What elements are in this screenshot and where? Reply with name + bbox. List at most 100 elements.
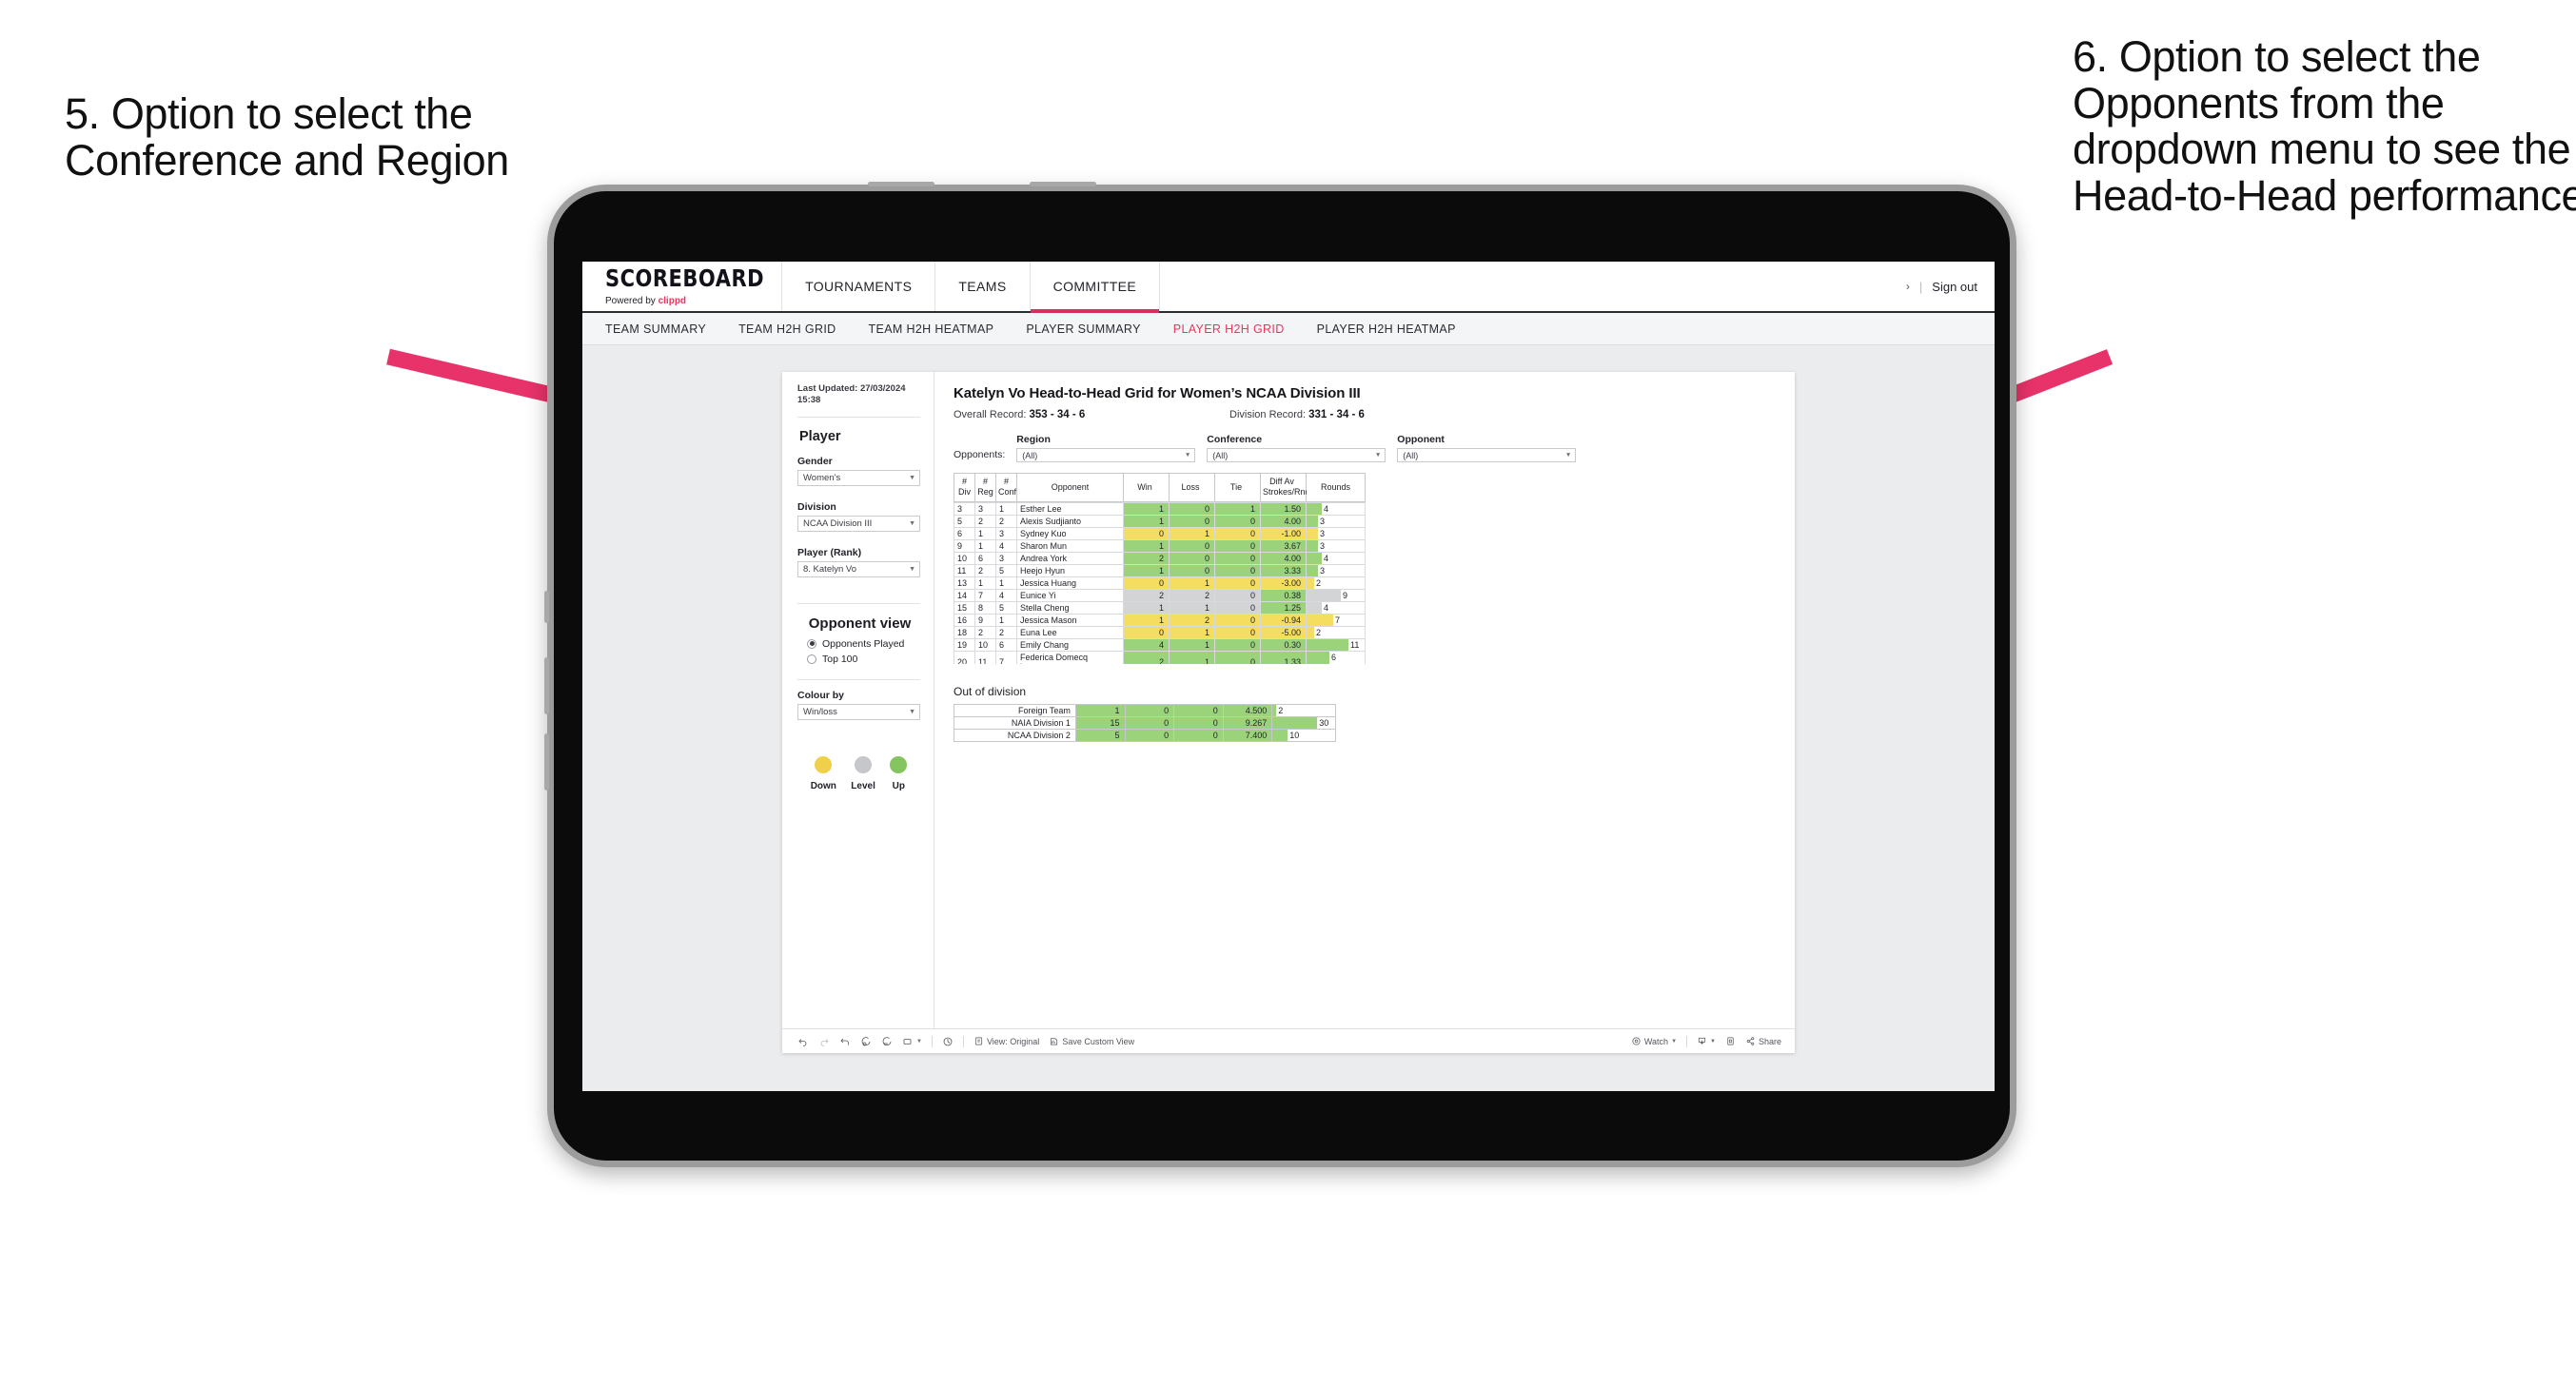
h2h-grid-scroll-region[interactable]: 3 3 1 Esther Lee 1 0 1 1.50 4 5 2 2 Alexis Sudjianto… bbox=[954, 501, 1778, 664]
brand-logo[interactable]: SCOREBOARD Powered by clippd bbox=[582, 262, 783, 311]
cell-win: 5 bbox=[1074, 728, 1126, 742]
powered-by: Powered by clippd bbox=[605, 296, 764, 306]
cell-div: 15 bbox=[954, 600, 975, 615]
col-header-reg[interactable]: # Reg bbox=[974, 473, 996, 502]
h2h-grid-row[interactable]: 9 1 4 Sharon Mun 1 0 0 3.67 3 bbox=[954, 538, 1366, 553]
col-header-tie[interactable]: Tie bbox=[1214, 473, 1261, 502]
chevron-right-icon[interactable]: › bbox=[1906, 280, 1910, 293]
opponent-filter-value: (All) bbox=[1403, 450, 1419, 460]
watch-button[interactable]: Watch ▼ bbox=[1631, 1036, 1677, 1046]
cell-opponent: Alexis Sudjianto bbox=[1016, 514, 1124, 528]
presentation-mode-icon[interactable] bbox=[942, 1036, 954, 1047]
col-header-diff[interactable]: Diff Av Strokes/Rnd bbox=[1260, 473, 1310, 502]
cell-win: 1 bbox=[1123, 563, 1170, 577]
col-header-rounds[interactable]: Rounds bbox=[1306, 473, 1366, 502]
cell-diff: 9.267 bbox=[1222, 715, 1273, 730]
col-header-diff-l1: Diff Av bbox=[1269, 477, 1294, 486]
cell-loss: 1 bbox=[1169, 625, 1215, 639]
cell-rounds: 2 bbox=[1306, 576, 1366, 590]
h2h-grid-row[interactable]: 6 1 3 Sydney Kuo 0 1 0 -1.00 3 bbox=[954, 526, 1366, 540]
fullscreen-icon[interactable] bbox=[1725, 1036, 1736, 1046]
topnav-item-tournaments[interactable]: TOURNAMENTS bbox=[782, 262, 936, 311]
h2h-grid-row[interactable]: 16 9 1 Jessica Mason 1 2 0 -0.94 7 bbox=[954, 613, 1366, 627]
out-of-division-row[interactable]: NAIA Division 1 15 0 0 9.267 30 bbox=[954, 715, 1336, 730]
h2h-grid-row[interactable]: 14 7 4 Eunice Yi 2 2 0 0.38 9 bbox=[954, 588, 1366, 602]
legend-item-down: Down bbox=[811, 755, 836, 791]
subnav-item-player-h2h-heatmap[interactable]: PLAYER H2H HEATMAP bbox=[1317, 322, 1456, 336]
out-of-division-row[interactable]: Foreign Team 1 0 0 4.500 2 bbox=[954, 703, 1336, 717]
h2h-grid-row[interactable]: 10 6 3 Andrea York 2 0 0 4.00 4 bbox=[954, 551, 1366, 565]
region-filter-select[interactable]: (All) ▼ bbox=[1016, 448, 1196, 462]
device-layout-icon[interactable]: ▼ bbox=[902, 1036, 922, 1047]
rounds-value: 11 bbox=[1350, 639, 1360, 650]
cell-diff: 0.30 bbox=[1260, 637, 1307, 652]
subnav-item-player-summary[interactable]: PLAYER SUMMARY bbox=[1026, 322, 1140, 336]
cell-diff: -0.94 bbox=[1260, 613, 1307, 627]
topnav-item-committee[interactable]: COMMITTEE bbox=[1030, 262, 1161, 313]
col-header-opponent[interactable]: Opponent bbox=[1016, 473, 1124, 502]
revert-icon[interactable] bbox=[839, 1036, 851, 1047]
h2h-grid-row[interactable]: 3 3 1 Esther Lee 1 0 1 1.50 4 bbox=[954, 501, 1366, 516]
undo-icon[interactable] bbox=[797, 1036, 809, 1047]
chevron-down-icon: ▼ bbox=[909, 708, 915, 715]
h2h-grid-row[interactable]: 18 2 2 Euna Lee 0 1 0 -5.00 2 bbox=[954, 625, 1366, 639]
h2h-grid-row[interactable]: 19 10 6 Emily Chang 4 1 0 0.30 11 bbox=[954, 637, 1366, 652]
cell-tie: 0 bbox=[1214, 637, 1261, 652]
rounds-bar bbox=[1272, 704, 1277, 716]
cell-loss: 0 bbox=[1169, 551, 1215, 565]
h2h-grid-row[interactable]: 11 2 5 Heejo Hyun 1 0 0 3.33 3 bbox=[954, 563, 1366, 577]
cell-loss: 0 bbox=[1169, 538, 1215, 553]
conference-filter: Conference (All) ▼ bbox=[1207, 434, 1386, 462]
radio-opponents-played[interactable]: Opponents Played bbox=[807, 638, 920, 650]
radio-top-100[interactable]: Top 100 bbox=[807, 654, 920, 665]
division-label: Division bbox=[797, 500, 836, 513]
save-custom-view-button[interactable]: Save Custom View bbox=[1049, 1036, 1134, 1046]
pause-icon[interactable] bbox=[881, 1036, 893, 1047]
gender-select[interactable]: Women’s ▼ bbox=[797, 469, 920, 486]
subnav-item-player-h2h-grid[interactable]: PLAYER H2H GRID bbox=[1173, 322, 1285, 336]
share-button[interactable]: Share bbox=[1745, 1036, 1781, 1046]
col-header-conf[interactable]: # Conf bbox=[995, 473, 1017, 502]
cell-loss: 1 bbox=[1169, 526, 1215, 540]
cell-win: 4 bbox=[1123, 637, 1170, 652]
view-original-button[interactable]: View: Original bbox=[973, 1036, 1039, 1046]
player-rank-select[interactable]: 8. Katelyn Vo ▼ bbox=[797, 560, 920, 577]
col-header-div[interactable]: # Div bbox=[954, 473, 975, 502]
download-icon[interactable]: ▼ bbox=[1697, 1036, 1716, 1046]
out-of-division-row[interactable]: NCAA Division 2 5 0 0 7.400 10 bbox=[954, 728, 1336, 742]
topnav-item-teams[interactable]: TEAMS bbox=[935, 262, 1031, 311]
division-select[interactable]: NCAA Division III ▼ bbox=[797, 515, 920, 532]
redo-icon[interactable] bbox=[818, 1036, 830, 1047]
opponent-filter-label: Opponent bbox=[1397, 434, 1445, 445]
rounds-bar bbox=[1272, 729, 1288, 741]
subnav-item-team-summary[interactable]: TEAM SUMMARY bbox=[605, 322, 706, 336]
cell-diff: 3.33 bbox=[1260, 563, 1307, 577]
h2h-grid-row[interactable]: 15 8 5 Stella Cheng 1 1 0 1.25 4 bbox=[954, 600, 1366, 615]
rounds-bar bbox=[1307, 651, 1329, 664]
opponent-filter-select[interactable]: (All) ▼ bbox=[1397, 448, 1577, 462]
rounds-value: 4 bbox=[1324, 602, 1329, 613]
h2h-grid-row[interactable]: 13 1 1 Jessica Huang 0 1 0 -3.00 2 bbox=[954, 576, 1366, 590]
colour-by-select[interactable]: Win/loss ▼ bbox=[797, 703, 920, 720]
cell-reg: 10 bbox=[974, 637, 996, 652]
cell-conf: 1 bbox=[995, 501, 1017, 516]
cell-div: 9 bbox=[954, 538, 975, 553]
rounds-bar bbox=[1307, 576, 1314, 589]
cell-div: 16 bbox=[954, 613, 975, 627]
subnav-item-team-h2h-heatmap[interactable]: TEAM H2H HEATMAP bbox=[869, 322, 994, 336]
col-header-loss[interactable]: Loss bbox=[1169, 473, 1215, 502]
cell-reg: 6 bbox=[974, 551, 996, 565]
legend-dot-level bbox=[855, 755, 873, 773]
refresh-icon[interactable] bbox=[860, 1036, 872, 1047]
sign-out-link[interactable]: Sign out bbox=[1932, 280, 1977, 294]
conference-filter-select[interactable]: (All) ▼ bbox=[1207, 448, 1386, 462]
col-header-win[interactable]: Win bbox=[1123, 473, 1170, 502]
cell-loss: 0 bbox=[1169, 501, 1215, 516]
cell-loss: 1 bbox=[1169, 576, 1215, 590]
cell-rounds: 11 bbox=[1306, 637, 1366, 652]
h2h-grid-row[interactable]: 5 2 2 Alexis Sudjianto 1 0 0 4.00 3 bbox=[954, 514, 1366, 528]
player-rank-value: 8. Katelyn Vo bbox=[803, 563, 856, 575]
subnav-item-team-h2h-grid[interactable]: TEAM H2H GRID bbox=[738, 322, 836, 336]
cell-reg: 2 bbox=[974, 563, 996, 577]
h2h-grid-row[interactable]: 20117Federica Domecq Lacroze2101.33 6 bbox=[954, 650, 1366, 664]
